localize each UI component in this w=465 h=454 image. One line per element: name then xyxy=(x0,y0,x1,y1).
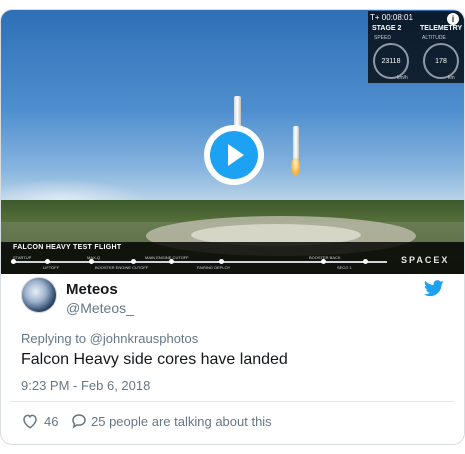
play-button[interactable] xyxy=(204,125,264,185)
telemetry-label: TELEMETRY xyxy=(420,25,463,32)
speed-value: 23118 xyxy=(381,58,401,65)
timeline-label: SECO 1 xyxy=(337,265,352,270)
twitter-bird-icon[interactable] xyxy=(424,280,444,297)
timeline-label: STARTUP xyxy=(13,255,32,260)
speed-label: SPEED xyxy=(374,35,391,41)
mission-clock: T+ 00:08:01 xyxy=(370,13,413,22)
like-count[interactable]: 46 xyxy=(44,414,58,429)
play-icon xyxy=(210,131,258,179)
spacex-logo: SPACEX xyxy=(401,255,450,265)
timeline-marker xyxy=(219,259,224,264)
speed-gauge: 23118 xyxy=(373,43,409,79)
timeline-label: FAIRING DEPLOY xyxy=(197,265,231,270)
heart-icon[interactable] xyxy=(21,412,39,430)
mission-timeline: STARTUP LIFTOFF MAX-Q BOOSTER ENGINE CUT… xyxy=(11,255,387,270)
timeline-label: BOOSTER ENGINE CUTOFF xyxy=(95,265,149,270)
avatar[interactable] xyxy=(21,277,57,313)
speed-unit: km/h xyxy=(397,75,408,81)
altitude-unit: km xyxy=(448,75,455,81)
side-booster-right xyxy=(293,126,299,160)
altitude-gauge: 178 xyxy=(423,43,459,79)
replying-handle-link[interactable]: @johnkrausphotos xyxy=(90,331,199,346)
tweet-text: Falcon Heavy side cores have landed xyxy=(21,351,288,368)
booster-flame-right xyxy=(291,158,300,176)
timeline-label: BOOSTER BACK xyxy=(309,255,341,260)
divider xyxy=(10,401,454,402)
altitude-label: ALTITUDE xyxy=(422,35,446,41)
broadcast-lower-bar: FALCON HEAVY TEST FLIGHT STARTUP LIFTOFF… xyxy=(1,242,464,274)
timeline-label: MAIN ENGINE CUTOFF xyxy=(145,255,189,260)
talking-link[interactable]: 25 people are talking about this xyxy=(91,414,272,429)
timeline-label: MAX-Q xyxy=(87,255,101,260)
reply-bubble-icon[interactable] xyxy=(70,412,88,430)
altitude-value: 178 xyxy=(435,58,447,65)
replying-to: Replying to @johnkrausphotos xyxy=(21,331,198,346)
stage-label: STAGE 2 xyxy=(372,25,402,32)
author-name[interactable]: Meteos xyxy=(66,281,118,298)
timeline-marker xyxy=(363,259,368,264)
video-thumbnail[interactable]: T+ 00:08:01 STAGE 2 TELEMETRY SPEED ALTI… xyxy=(1,10,464,274)
timeline-marker xyxy=(45,259,50,264)
tweet-timestamp[interactable]: 9:23 PM - Feb 6, 2018 xyxy=(21,378,150,393)
replying-prefix: Replying to xyxy=(21,331,87,346)
author-handle[interactable]: @Meteos_ xyxy=(66,300,134,316)
info-icon[interactable]: i xyxy=(447,13,459,25)
flight-title: FALCON HEAVY TEST FLIGHT xyxy=(13,244,122,251)
timeline-marker xyxy=(131,259,136,264)
timeline-label: LIFTOFF xyxy=(43,265,60,270)
